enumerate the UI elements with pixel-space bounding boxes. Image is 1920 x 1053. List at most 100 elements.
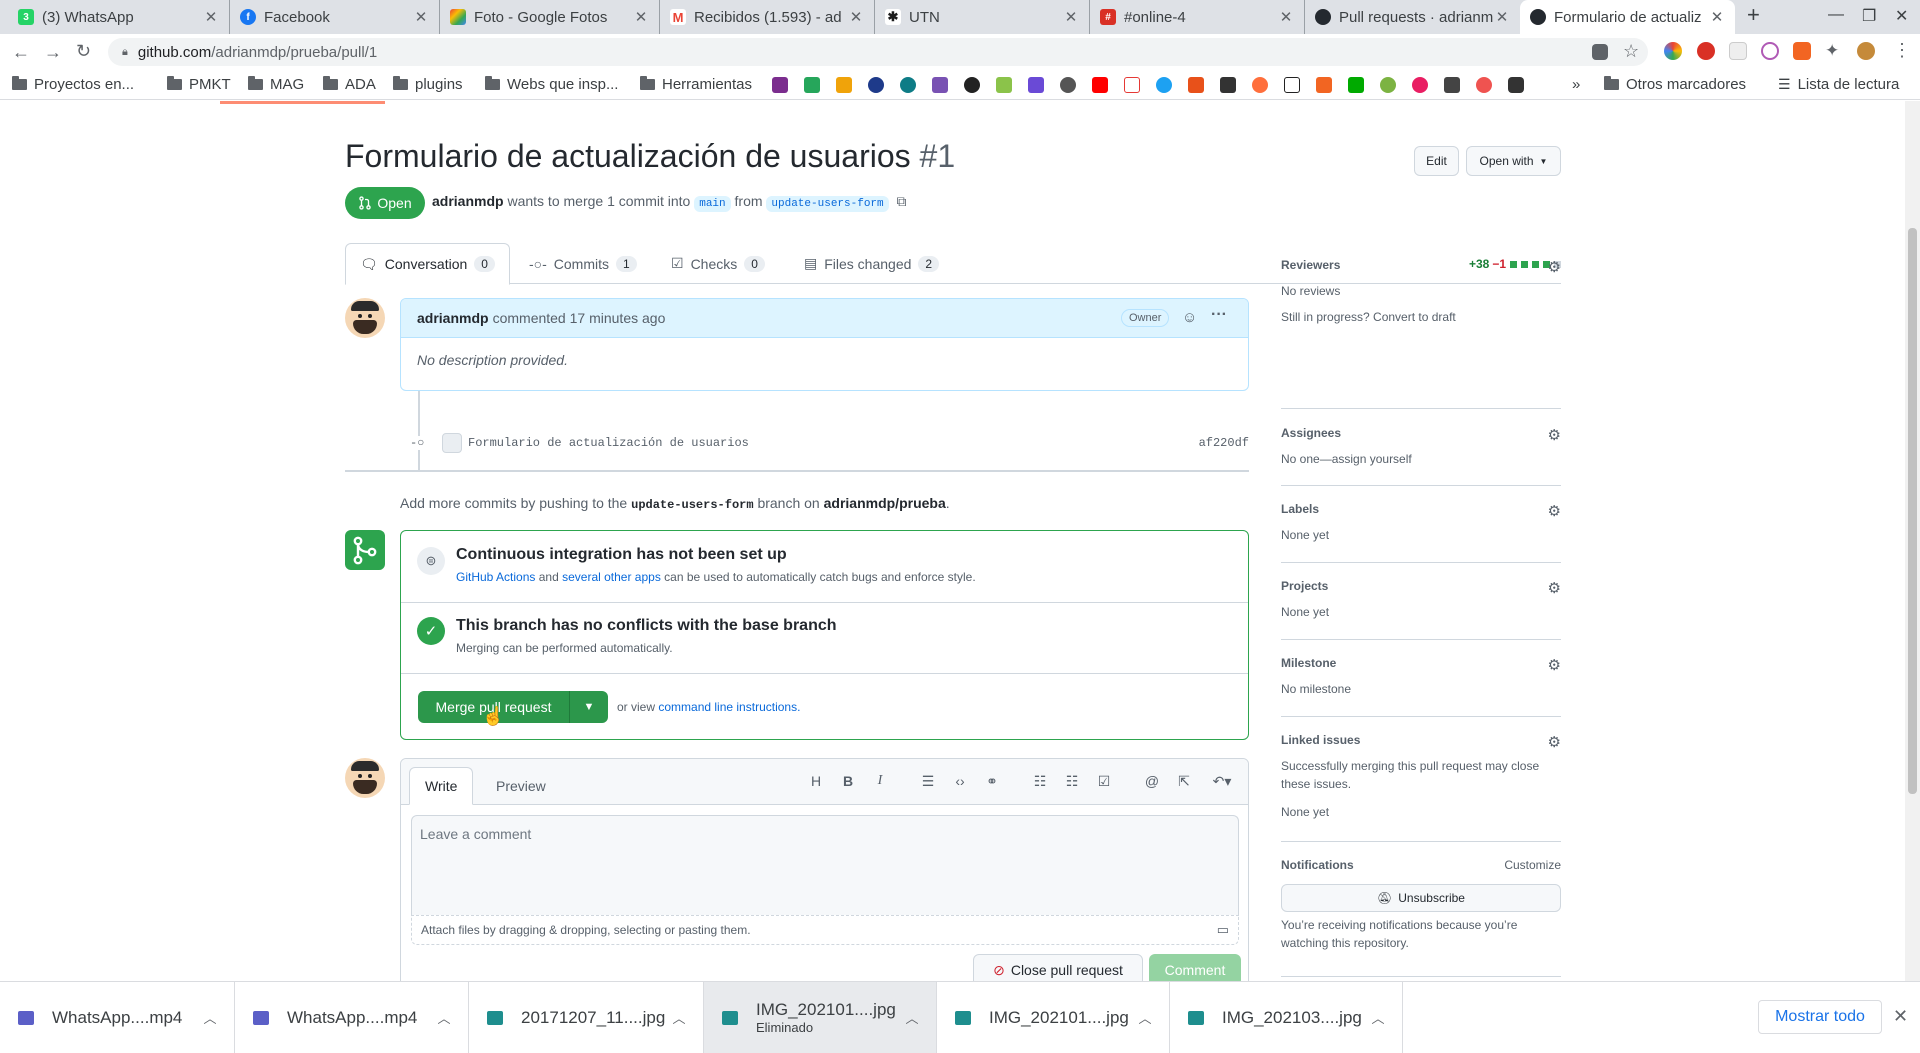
download-item[interactable]: IMG_202101....jpg Eliminado ︿ [704, 982, 937, 1053]
tab-conversation[interactable]: 🗨︎ Conversation 0 [345, 243, 510, 285]
download-item[interactable]: WhatsApp....mp4 ︿ [235, 982, 469, 1053]
bookmark-site-icon[interactable] [1444, 77, 1460, 93]
merge-options-dropdown[interactable]: ▼ [570, 701, 608, 713]
chevron-up-icon[interactable]: ︿ [669, 1008, 689, 1027]
tab-preview[interactable]: Preview [481, 767, 561, 805]
bookmark-site-icon[interactable] [1220, 77, 1236, 93]
tab-write[interactable]: Write [409, 767, 474, 805]
gear-icon[interactable]: ⚙ [1548, 258, 1561, 276]
commit-message[interactable]: Formulario de actualización de usuarios [468, 436, 1199, 450]
browser-tab-online-4[interactable]: # #online-4 ✕ [1090, 0, 1305, 34]
browser-tab-utn[interactable]: ✱ UTN ✕ [875, 0, 1090, 34]
command-line-instructions-link[interactable]: command line instructions. [658, 700, 800, 714]
copy-icon[interactable]: ⧉ [897, 193, 907, 209]
chevron-up-icon[interactable]: ︿ [1368, 1008, 1388, 1027]
bookmark-site-icon[interactable] [1156, 77, 1172, 93]
bookmark-site-icon[interactable] [964, 77, 980, 93]
bookmark-site-icon[interactable] [1508, 77, 1524, 93]
bookmark-folder[interactable]: Proyectos en... [12, 76, 134, 93]
bookmark-site-icon[interactable] [868, 77, 884, 93]
quote-icon[interactable]: ☰ [919, 773, 937, 790]
extension-off-icon[interactable] [1793, 42, 1811, 60]
github-actions-link[interactable]: GitHub Actions [456, 570, 535, 584]
back-icon[interactable]: ← [12, 42, 30, 63]
gear-icon[interactable]: ⚙ [1548, 579, 1561, 597]
translate-icon[interactable] [1592, 44, 1608, 60]
bookmark-folder[interactable]: ADA [323, 76, 376, 93]
extensions-puzzle-icon[interactable]: ✦ [1825, 41, 1839, 61]
download-item[interactable]: IMG_202103....jpg ︿ [1170, 982, 1403, 1053]
bookmark-site-icon[interactable] [1412, 77, 1428, 93]
close-icon[interactable]: ✕ [413, 8, 429, 26]
other-bookmarks-folder[interactable]: Otros marcadores [1604, 76, 1746, 93]
close-icon[interactable]: ✕ [1278, 8, 1294, 26]
gear-icon[interactable]: ⚙ [1548, 502, 1561, 520]
new-tab-button[interactable]: + [1747, 2, 1760, 28]
mention-icon[interactable]: @ [1143, 773, 1161, 789]
attach-files-area[interactable]: Attach files by dragging & dropping, sel… [411, 915, 1239, 945]
chevron-up-icon[interactable]: ︿ [902, 1008, 922, 1027]
italic-icon[interactable]: I [871, 773, 889, 789]
close-downloads-icon[interactable]: ✕ [1893, 1006, 1908, 1027]
smiley-icon[interactable]: ☺ [1182, 309, 1197, 326]
forward-icon[interactable]: → [44, 42, 62, 63]
adblock-icon[interactable] [1697, 42, 1715, 60]
bookmark-site-icon[interactable] [996, 77, 1012, 93]
bold-icon[interactable]: B [839, 773, 857, 789]
tab-files-changed[interactable]: ▤ Files changed 2 [790, 243, 953, 284]
kebab-menu-icon[interactable]: ··· [1211, 306, 1227, 324]
browser-tab-pull-requests[interactable]: Pull requests · adrianm ✕ [1305, 0, 1520, 34]
gear-icon[interactable]: ⚙ [1548, 426, 1561, 444]
unsubscribe-button[interactable]: 🔕︎ Unsubscribe [1281, 884, 1561, 912]
bookmark-site-icon[interactable] [1188, 77, 1204, 93]
chevron-up-icon[interactable]: ︿ [200, 1008, 220, 1027]
tab-checks[interactable]: ☑ Checks 0 [657, 243, 779, 284]
comment-author[interactable]: adrianmdp [417, 310, 489, 326]
commit-sha[interactable]: af220df [1199, 436, 1249, 450]
bookmarks-more-button[interactable]: » [1572, 76, 1580, 93]
commit-author-avatar[interactable] [442, 433, 462, 453]
head-branch-ref[interactable]: update-users-form [766, 196, 889, 212]
bookmark-site-icon[interactable] [1476, 77, 1492, 93]
bookmark-site-icon[interactable] [1124, 77, 1140, 93]
close-icon[interactable]: ✕ [633, 8, 649, 26]
address-bar[interactable]: 🔒︎ github.com/adrianmdp/prueba/pull/1 [108, 38, 1648, 66]
browser-tab-facebook[interactable]: f Facebook ✕ [230, 0, 440, 34]
code-icon[interactable]: ‹› [951, 773, 969, 789]
download-item[interactable]: 20171207_11....jpg ︿ [469, 982, 704, 1053]
bookmark-site-icon[interactable] [1252, 77, 1268, 93]
browser-tab-active[interactable]: Formulario de actualiz ✕ [1520, 0, 1735, 34]
minimize-icon[interactable]: — [1828, 6, 1844, 24]
gear-icon[interactable]: ⚙ [1548, 656, 1561, 674]
profile-avatar[interactable] [1857, 42, 1875, 60]
extension-color-icon[interactable] [1664, 42, 1682, 60]
cross-reference-icon[interactable]: ⇱ [1175, 773, 1193, 790]
comment-button[interactable]: Comment [1149, 954, 1241, 981]
close-icon[interactable]: ✕ [1709, 8, 1725, 26]
close-icon[interactable]: ✕ [1063, 8, 1079, 26]
close-icon[interactable]: ✕ [203, 8, 219, 26]
pr-author-link[interactable]: adrianmdp [432, 193, 504, 209]
base-branch-ref[interactable]: main [694, 196, 731, 212]
comment-time[interactable]: 17 minutes ago [570, 310, 666, 326]
chevron-up-icon[interactable]: ︿ [1135, 1008, 1155, 1027]
avatar[interactable] [345, 298, 385, 338]
bookmark-site-icon[interactable] [1380, 77, 1396, 93]
bookmark-site-icon[interactable] [900, 77, 916, 93]
restore-icon[interactable]: ❐ [1862, 6, 1876, 26]
bookmark-site-icon[interactable] [1316, 77, 1332, 93]
edit-title-button[interactable]: Edit [1414, 146, 1459, 176]
link-icon[interactable]: ⚭ [983, 773, 1001, 790]
bookmark-folder[interactable]: PMKT [167, 76, 231, 93]
bookmark-site-icon[interactable] [1028, 77, 1044, 93]
scrollbar-thumb[interactable] [1908, 228, 1917, 794]
browser-tab-google-photos[interactable]: Foto - Google Fotos ✕ [440, 0, 660, 34]
chevron-up-icon[interactable]: ︿ [434, 1008, 454, 1027]
heading-icon[interactable]: H [807, 773, 825, 789]
show-all-downloads-button[interactable]: Mostrar todo [1758, 1000, 1882, 1034]
bookmark-site-icon[interactable] [836, 77, 852, 93]
ordered-list-icon[interactable]: ☷ [1063, 773, 1081, 790]
comment-textarea[interactable]: Leave a comment [411, 815, 1239, 915]
bookmark-site-icon[interactable] [1348, 77, 1364, 93]
bookmark-folder[interactable]: Herramientas [640, 76, 752, 93]
